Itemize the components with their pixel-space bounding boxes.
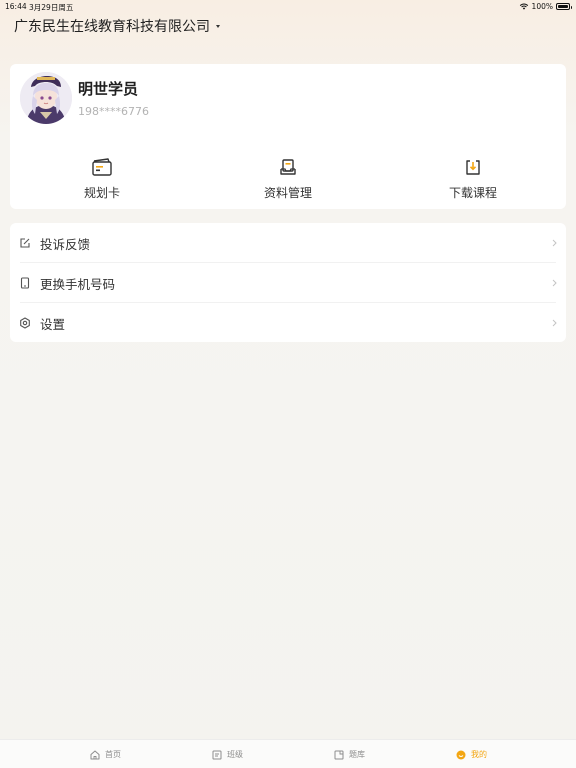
status-right: 100% [519,2,572,11]
edit-icon [20,238,30,248]
question-bank-icon [334,750,344,759]
card-icon [92,158,112,176]
materials-icon [280,159,296,175]
tab-label: 班级 [227,750,243,759]
home-icon [90,750,100,759]
quick-action-download[interactable]: 下载课程 [418,156,528,201]
quick-action-label: 资料管理 [263,186,312,200]
tab-label: 首页 [105,750,121,759]
tab-profile[interactable]: 我的 [456,749,487,760]
wifi-icon [519,3,528,10]
menu-item-label: 设置 [40,316,66,332]
profile-card: 明世学员 198****6776 规划卡 资料管理 下载课程 [10,64,566,209]
tab-label: 我的 [471,750,487,759]
menu-item-settings[interactable]: 设置 [10,303,566,343]
class-icon [212,750,222,759]
menu-item-feedback[interactable]: 投诉反馈 [10,223,566,263]
download-icon [466,160,480,175]
user-phone: 198****6776 [78,105,149,118]
tab-home[interactable]: 首页 [90,749,121,760]
quick-action-label: 下载课程 [448,186,497,200]
menu-item-change-phone[interactable]: 更换手机号码 [10,263,566,303]
menu-card: 投诉反馈 更换手机号码 设置 [10,223,566,342]
quick-action-plan-card[interactable]: 规划卡 [47,156,157,201]
tab-bar: 首页 班级 题库 我的 [0,739,576,768]
status-date: 3月29日周五 [29,3,74,12]
chevron-right-icon [552,279,557,287]
quick-action-materials[interactable]: 资料管理 [233,156,343,201]
tab-class[interactable]: 班级 [212,749,243,760]
tab-question-bank[interactable]: 题库 [334,749,365,760]
battery-icon [556,3,572,10]
caret-down-icon [216,25,220,28]
tab-label: 题库 [349,750,365,759]
menu-item-label: 更换手机号码 [40,276,116,292]
avatar[interactable] [20,72,72,124]
quick-action-label: 规划卡 [83,186,120,200]
settings-icon [20,317,30,329]
chevron-right-icon [552,319,557,327]
menu-item-label: 投诉反馈 [40,236,91,252]
org-selector[interactable]: 广东民生在线教育科技有限公司 [14,16,220,36]
phone-icon [20,277,30,289]
org-name: 广东民生在线教育科技有限公司 [14,19,210,35]
battery-percent: 100% [531,2,553,11]
chevron-right-icon [552,239,557,247]
status-time: 16:44 [5,2,27,11]
profile-icon [456,750,466,759]
user-name: 明世学员 [78,80,139,98]
status-bar: 16:44 3月29日周五 100% [0,0,576,12]
avatar-image [20,72,72,124]
